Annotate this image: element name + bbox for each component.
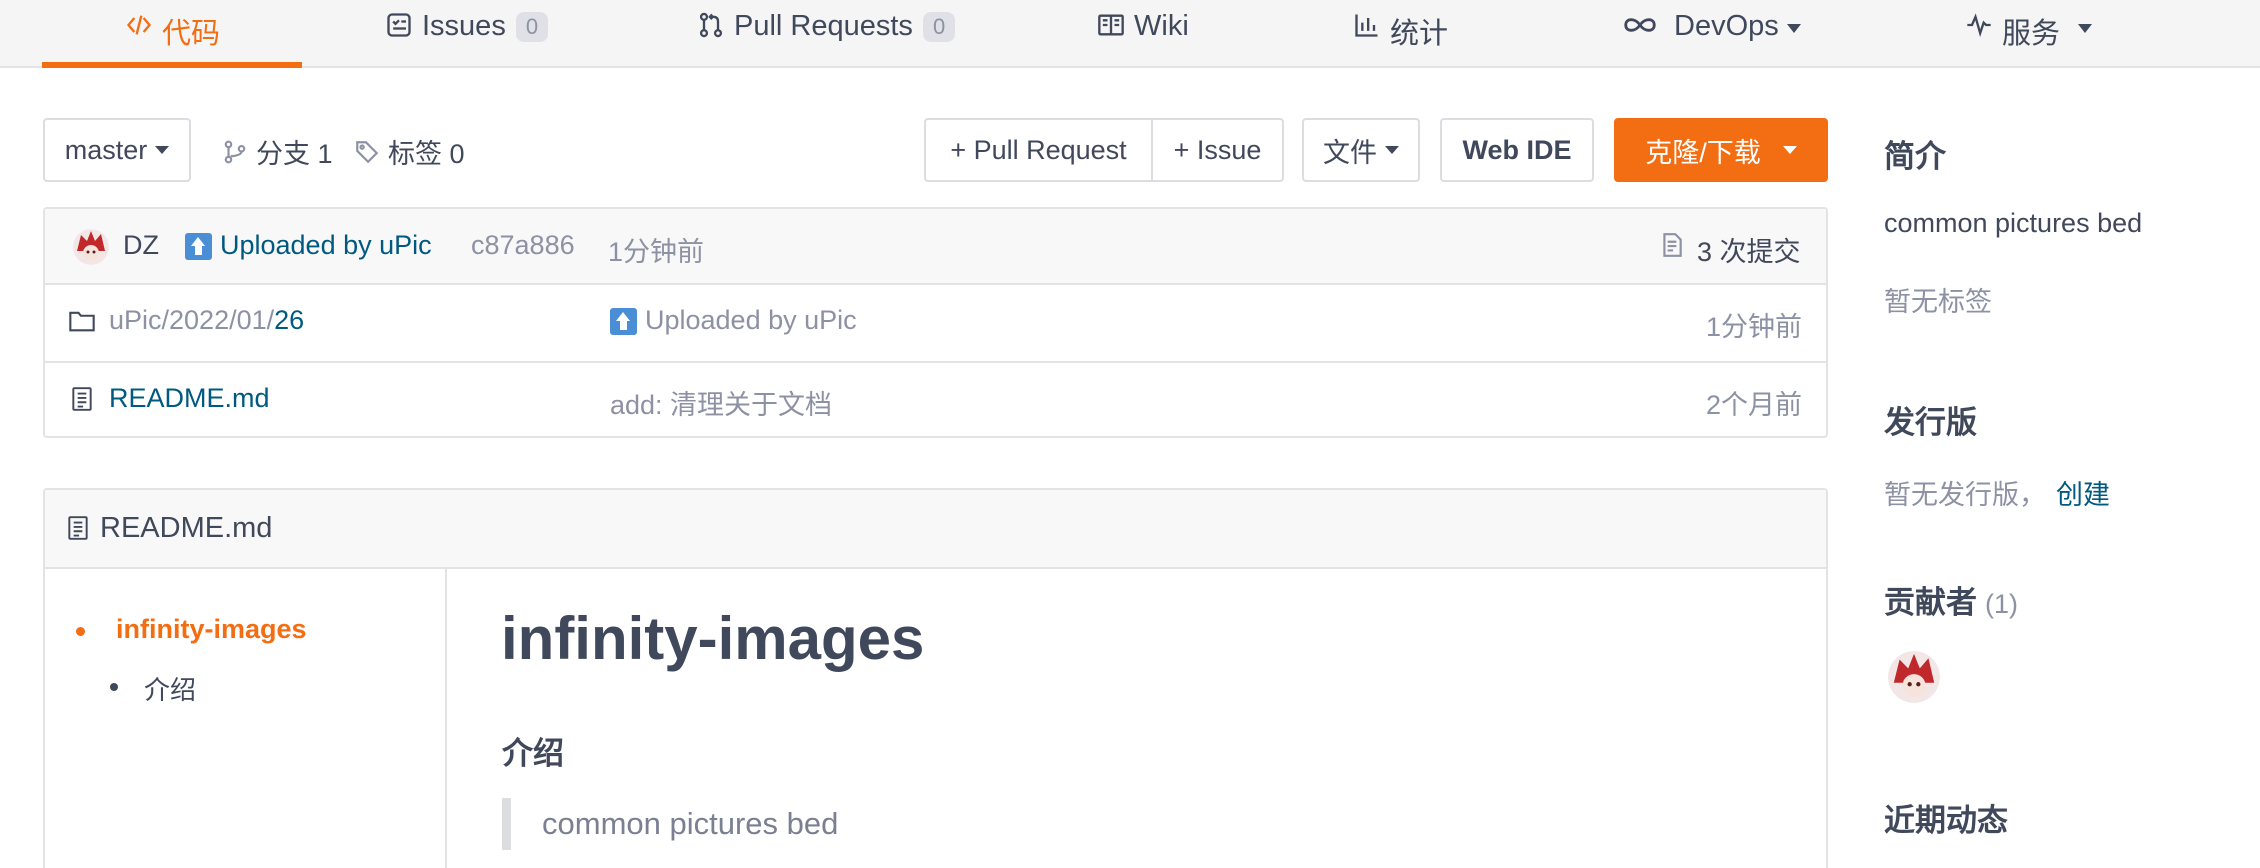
code-icon <box>124 10 154 40</box>
pull-request-icon <box>696 10 726 40</box>
tags-link[interactable]: 标签 0 <box>354 132 465 171</box>
tab-devops-label: DevOps <box>1674 10 1779 42</box>
branch-select-label: master <box>64 134 148 165</box>
file-path-last[interactable]: 26 <box>274 305 304 335</box>
upload-icon <box>185 233 212 260</box>
file-icon <box>69 385 95 415</box>
commit-message[interactable]: Uploaded by uPic <box>220 230 432 261</box>
tags-label: 标签 0 <box>388 139 465 169</box>
pulse-icon <box>1964 10 1994 40</box>
infinity-icon <box>1620 10 1660 40</box>
toc-item-infinity-images[interactable]: infinity-images <box>116 614 307 645</box>
commits-icon <box>1659 231 1687 261</box>
new-issue-label: + Issue <box>1173 134 1262 165</box>
file-name[interactable]: README.md <box>109 383 270 414</box>
commit-author[interactable]: DZ <box>123 230 159 261</box>
readme-title: infinity-images <box>501 605 925 672</box>
file-list: DZ Uploaded by uPic c87a886 1分钟前 3 次提交 u… <box>43 207 1828 438</box>
toc-item-intro[interactable]: 介绍 <box>144 670 196 707</box>
branches-label: 分支 1 <box>256 139 333 169</box>
tab-stats[interactable]: 统计 <box>1352 0 1448 68</box>
branches-link[interactable]: 分支 1 <box>222 132 333 171</box>
readme-header: README.md <box>45 490 1826 569</box>
chevron-down-icon <box>1786 24 1801 33</box>
release-heading: 发行版 <box>1884 405 1977 440</box>
chevron-down-icon <box>1385 146 1399 154</box>
no-tags-text: 暂无标签 <box>1884 287 1992 317</box>
tab-pull-requests-label: Pull Requests <box>734 10 913 42</box>
commit-hash[interactable]: c87a886 <box>471 230 575 261</box>
recent-activity-heading: 近期动态 <box>1884 803 2008 838</box>
active-tab-indicator <box>42 62 302 68</box>
repo-tab-bar: 代码 Issues 0 Pull Requests 0 Wiki 统计 DevO… <box>0 0 2260 68</box>
tag-icon <box>356 140 379 163</box>
pull-requests-count-badge: 0 <box>922 12 956 42</box>
tab-stats-label: 统计 <box>1390 18 1449 50</box>
file-name[interactable]: uPic/2022/01/26 <box>109 305 304 336</box>
new-pull-request-button[interactable]: + Pull Request <box>924 118 1153 182</box>
chevron-down-icon <box>2078 24 2093 33</box>
folder-icon <box>67 307 97 335</box>
branch-select[interactable]: master <box>43 118 191 182</box>
no-release-text: 暂无发行版， <box>1884 480 2046 510</box>
wiki-icon <box>1096 10 1126 40</box>
new-issue-button[interactable]: + Issue <box>1151 118 1284 182</box>
chevron-down-icon <box>1782 146 1797 154</box>
readme-panel: README.md infinity-images 介绍 infinity-im… <box>43 488 1828 868</box>
new-pull-request-label: + Pull Request <box>950 134 1127 165</box>
contributors-heading: 贡献者 (1) <box>1884 577 2018 622</box>
tab-issues[interactable]: Issues 0 <box>384 0 549 68</box>
contributor-avatar[interactable] <box>1888 651 1940 703</box>
readme-toc: infinity-images 介绍 <box>45 569 447 868</box>
repo-description: common pictures bed <box>1884 208 2143 238</box>
readme-quote: common pictures bed <box>542 806 839 841</box>
contributors-heading-label: 贡献者 <box>1884 585 1977 620</box>
tab-code[interactable]: 代码 <box>124 0 220 68</box>
chevron-down-icon <box>155 146 170 154</box>
tab-issues-label: Issues <box>422 10 506 42</box>
web-ide-label: Web IDE <box>1462 134 1572 165</box>
file-path-prefix: uPic/2022/01/ <box>109 305 275 335</box>
web-ide-button[interactable]: Web IDE <box>1440 118 1594 182</box>
clone-download-button[interactable]: 克隆/下载 <box>1614 118 1828 182</box>
release-status: 暂无发行版， 创建 <box>1884 473 2110 512</box>
upload-icon <box>610 308 637 335</box>
file-commit-message[interactable]: Uploaded by uPic <box>645 305 857 336</box>
tab-wiki[interactable]: Wiki <box>1096 0 1189 68</box>
tab-services-label: 服务 <box>2002 18 2061 50</box>
tab-services[interactable]: 服务 <box>1964 0 2093 68</box>
latest-commit-bar: DZ Uploaded by uPic c87a886 1分钟前 3 次提交 <box>45 209 1826 285</box>
file-commit-message[interactable]: add: 清理关于文档 <box>610 383 832 422</box>
branch-icon <box>224 140 246 163</box>
file-menu-button[interactable]: 文件 <box>1302 118 1420 182</box>
tab-wiki-label: Wiki <box>1134 10 1189 42</box>
file-row[interactable]: uPic/2022/01/26 Uploaded by uPic 1分钟前 <box>45 285 1826 361</box>
readme-section-heading: 介绍 <box>502 736 564 771</box>
file-commit-time: 2个月前 <box>1705 390 1802 420</box>
issues-count-badge: 0 <box>515 12 549 42</box>
tab-code-label: 代码 <box>162 18 221 50</box>
toc-bullet <box>110 683 118 691</box>
blockquote-bar <box>502 798 511 850</box>
issues-icon <box>384 10 414 40</box>
commit-count[interactable]: 3 次提交 <box>1697 230 1801 269</box>
readme-filename: README.md <box>100 512 273 544</box>
contributors-count: (1) <box>1985 589 2018 619</box>
stats-icon <box>1352 10 1382 40</box>
file-row[interactable]: README.md add: 清理关于文档 2个月前 <box>45 361 1826 437</box>
file-icon <box>65 514 91 544</box>
create-release-link[interactable]: 创建 <box>2056 480 2110 510</box>
file-menu-label: 文件 <box>1323 137 1377 168</box>
file-commit-time: 1分钟前 <box>1705 312 1802 342</box>
tab-devops[interactable]: DevOps <box>1620 0 1801 68</box>
clone-download-label: 克隆/下载 <box>1645 137 1761 168</box>
author-avatar[interactable] <box>73 229 109 265</box>
tab-pull-requests[interactable]: Pull Requests 0 <box>696 0 956 68</box>
commit-time: 1分钟前 <box>608 237 705 267</box>
intro-heading: 简介 <box>1884 139 1946 174</box>
toc-bullet <box>76 627 85 636</box>
